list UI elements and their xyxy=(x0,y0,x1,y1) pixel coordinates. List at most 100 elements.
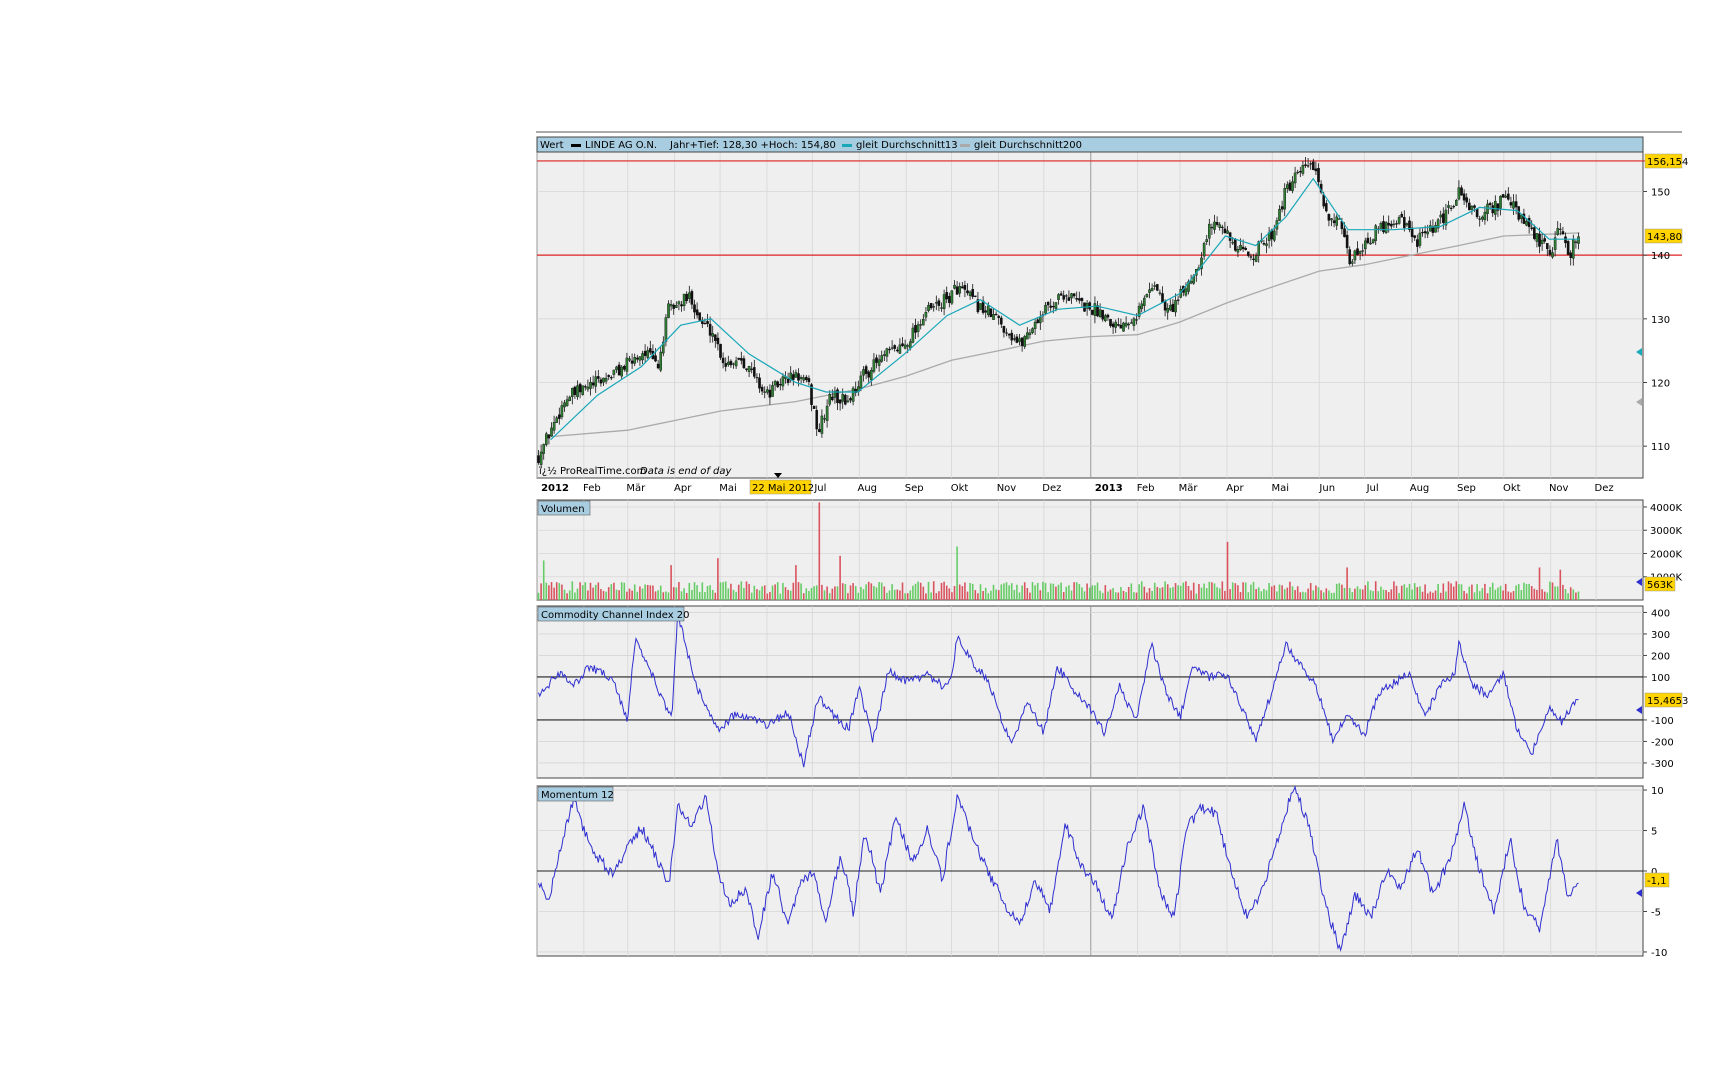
candle-body xyxy=(1018,338,1021,342)
candle-body xyxy=(1072,293,1076,297)
volume-bar xyxy=(1536,589,1538,600)
volume-bar xyxy=(805,588,808,600)
volume-bar xyxy=(1377,591,1380,600)
volume-bar xyxy=(1190,590,1192,600)
volume-bar xyxy=(1000,584,1003,600)
candle-body xyxy=(1283,188,1287,210)
volume-bar xyxy=(670,565,672,600)
candle-body xyxy=(1169,305,1172,311)
candle-body xyxy=(825,405,829,421)
volume-bar xyxy=(945,585,948,600)
candle-body xyxy=(1296,171,1300,174)
candle-body xyxy=(578,383,582,393)
volume-bar xyxy=(818,502,821,600)
volume-bar xyxy=(592,587,594,600)
candle-body xyxy=(753,367,756,377)
volume-bar xyxy=(1541,589,1543,600)
candle-body xyxy=(1161,293,1164,303)
candle-body xyxy=(1366,237,1370,244)
candle-body xyxy=(628,358,631,361)
momentum-panel[interactable]: -10-50510 Momentum 12 -1,1 xyxy=(536,785,1670,959)
volume-bar xyxy=(1471,584,1473,600)
candle-body xyxy=(914,325,917,333)
volume-bar xyxy=(1120,587,1122,600)
volume-bar xyxy=(1018,592,1021,600)
volume-bar xyxy=(1273,585,1276,600)
volume-bar xyxy=(1252,581,1255,600)
candle-body xyxy=(1447,205,1450,208)
candle-body xyxy=(1416,239,1419,247)
candle-body xyxy=(1468,202,1471,211)
month-tick-label: Feb xyxy=(1137,483,1155,494)
candle-body xyxy=(815,410,819,430)
candle-body xyxy=(898,344,902,354)
volume-bar xyxy=(714,592,717,600)
volume-bar xyxy=(1031,582,1034,600)
volume-bar xyxy=(1036,582,1039,600)
volume-bar xyxy=(1328,590,1330,600)
candle-body xyxy=(984,310,988,313)
volume-bar xyxy=(1494,589,1497,600)
volume-bar xyxy=(1286,587,1289,600)
volume-bar xyxy=(553,587,555,600)
y-tick-label: 10 xyxy=(1651,786,1664,797)
volume-bar xyxy=(1218,588,1221,600)
volume-panel[interactable]: 1000K2000K3000K4000K Volumen 563K xyxy=(536,499,1682,601)
candle-body xyxy=(555,417,559,423)
candle-body xyxy=(1065,295,1068,297)
volume-bar xyxy=(979,584,982,600)
candle-body xyxy=(1322,194,1326,207)
candle-body xyxy=(693,304,696,313)
volume-bar xyxy=(901,582,904,600)
volume-bar xyxy=(555,582,558,600)
volume-bar xyxy=(1133,592,1135,600)
volume-bar xyxy=(1049,583,1052,600)
volume-bar xyxy=(1400,585,1403,600)
candle-body xyxy=(794,372,798,378)
volume-bar xyxy=(574,592,576,600)
volume-bar xyxy=(1320,590,1322,600)
volume-bar xyxy=(1255,589,1257,600)
volume-bar xyxy=(899,590,901,600)
candle-body xyxy=(1158,292,1162,294)
candle-body xyxy=(1135,319,1138,321)
candle-body xyxy=(1564,236,1567,244)
price-panel[interactable]: 110 120 130 140 150 Wert LINDE AG O.N. Jahr+… xyxy=(536,136,1688,479)
volume-bar xyxy=(1439,592,1442,600)
ma13-legend: gleit Durchschnitt13 xyxy=(856,140,958,151)
candle-body xyxy=(823,418,826,420)
candle-body xyxy=(672,304,676,309)
volume-bar xyxy=(1057,584,1060,600)
cci-panel[interactable]: -300 -200 -100 100 200 300 400 Commodity Chann… xyxy=(536,605,1688,779)
candle-body xyxy=(737,357,741,360)
volume-bar xyxy=(1289,581,1291,600)
volume-bar xyxy=(1294,590,1296,600)
volume-bar xyxy=(1364,585,1367,600)
y-tick-label: -10 xyxy=(1651,948,1667,959)
volume-bar xyxy=(1354,588,1356,600)
momentum-title: Momentum 12 xyxy=(541,790,614,801)
volume-bar xyxy=(701,582,704,600)
volume-bar xyxy=(763,585,766,600)
candle-body xyxy=(617,364,621,376)
candle-body xyxy=(612,369,616,375)
volume-bar xyxy=(1549,581,1551,600)
volume-bar xyxy=(654,591,657,600)
volume-bar xyxy=(774,584,776,600)
candle-body xyxy=(1226,230,1229,234)
candle-body xyxy=(1462,193,1466,201)
candle-body xyxy=(1556,228,1560,235)
candle-body xyxy=(1439,214,1443,218)
y-tick-label: 140 xyxy=(1651,251,1670,262)
candle-body xyxy=(1101,309,1105,320)
candle-body xyxy=(766,389,769,393)
candle-body xyxy=(667,303,670,318)
volume-bar xyxy=(1502,590,1504,600)
candle-body xyxy=(1239,244,1242,250)
volume-bar xyxy=(969,582,971,600)
range-info: Jahr+Tief: 128,30 +Hoch: 154,80 xyxy=(669,140,836,151)
candle-body xyxy=(740,358,743,361)
volume-bar xyxy=(1403,584,1406,600)
candle-body xyxy=(1104,315,1107,322)
volume-bar xyxy=(706,585,709,600)
